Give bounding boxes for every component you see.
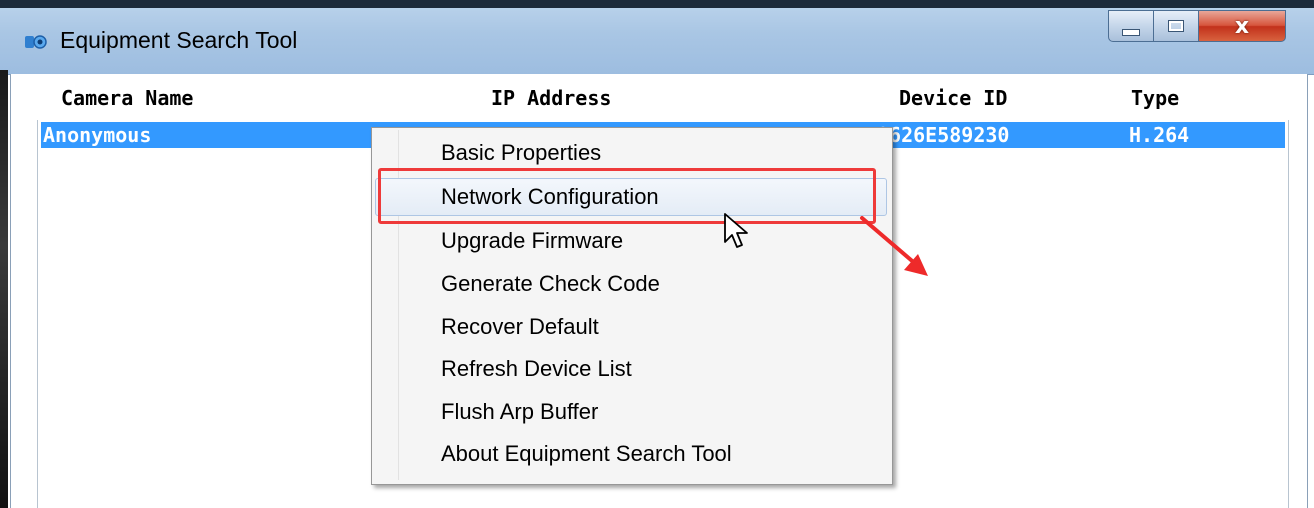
column-header-row: Camera Name IP Address Device ID Type [11, 74, 1307, 120]
mouse-pointer-icon [724, 213, 748, 248]
cell-type: H.264 [1129, 123, 1190, 147]
cell-device-id: 0626E589230 [877, 123, 1010, 147]
equipment-search-tool-window: Equipment Search Tool x Camera Name IP A… [0, 0, 1314, 508]
menu-item-generate-check-code[interactable]: Generate Check Code [375, 265, 887, 303]
title-bar[interactable]: Equipment Search Tool x [0, 0, 1314, 75]
minimize-icon [1122, 28, 1140, 36]
red-arrow-icon [860, 216, 928, 276]
desktop-edge [0, 70, 8, 508]
cell-camera-name: Anonymous [43, 123, 152, 147]
column-header-ip-address[interactable]: IP Address [491, 86, 611, 110]
app-icon [25, 35, 47, 49]
maximize-icon [1168, 20, 1184, 32]
menu-item-flush-arp-buffer[interactable]: Flush Arp Buffer [375, 393, 887, 431]
menu-item-recover-default[interactable]: Recover Default [375, 308, 887, 346]
menu-item-basic-properties[interactable]: Basic Properties [375, 134, 887, 172]
column-header-device-id[interactable]: Device ID [899, 86, 1007, 110]
annotation-highlight-box [378, 168, 876, 224]
window-title: Equipment Search Tool [60, 27, 298, 53]
title-bar-top-edge [0, 0, 1314, 8]
close-icon: x [1234, 13, 1250, 39]
minimize-button[interactable] [1108, 10, 1154, 42]
maximize-button[interactable] [1153, 10, 1199, 42]
menu-item-upgrade-firmware[interactable]: Upgrade Firmware [375, 222, 887, 260]
menu-item-about-equipment-search-tool[interactable]: About Equipment Search Tool [375, 435, 887, 473]
close-button[interactable]: x [1198, 10, 1286, 42]
menu-item-refresh-device-list[interactable]: Refresh Device List [375, 350, 887, 388]
column-header-type[interactable]: Type [1131, 86, 1179, 110]
column-header-camera-name[interactable]: Camera Name [61, 86, 193, 110]
